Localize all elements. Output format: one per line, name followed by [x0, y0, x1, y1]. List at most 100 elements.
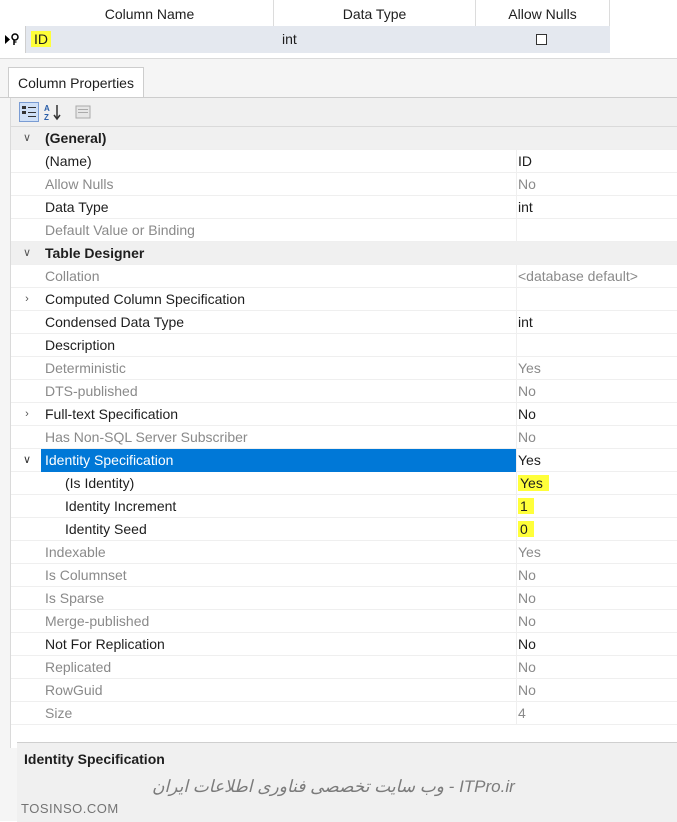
highlighted-value: Yes — [518, 475, 549, 491]
property-value[interactable]: No — [516, 610, 677, 633]
property-row[interactable]: Merge-published No — [11, 610, 677, 633]
property-row[interactable]: Has Non-SQL Server Subscriber No — [11, 426, 677, 449]
table-row[interactable]: ID int — [0, 26, 610, 53]
tab-column-properties[interactable]: Column Properties — [8, 67, 144, 98]
property-row[interactable]: Replicated No — [11, 656, 677, 679]
data-type-cell[interactable]: int — [282, 26, 297, 53]
property-name: Collation — [45, 268, 100, 284]
property-value[interactable]: 0 — [516, 518, 677, 541]
property-row[interactable]: RowGuid No — [11, 679, 677, 702]
property-value[interactable]: No — [516, 564, 677, 587]
property-value[interactable]: 4 — [516, 702, 677, 725]
property-category[interactable]: ∨ (General) — [11, 127, 677, 150]
property-row[interactable]: › Full-text Specification No — [11, 403, 677, 426]
chevron-right-icon[interactable]: › — [21, 288, 33, 311]
data-type-header[interactable]: Data Type — [274, 0, 476, 26]
property-value[interactable]: Yes — [516, 472, 677, 495]
property-pages-icon — [75, 105, 91, 119]
property-value[interactable] — [516, 219, 677, 242]
property-name: Description — [45, 337, 116, 353]
property-value[interactable]: No — [516, 380, 677, 403]
property-row[interactable]: › Computed Column Specification — [11, 288, 677, 311]
column-name-cell[interactable]: ID — [31, 26, 51, 53]
svg-text:A: A — [44, 104, 50, 113]
property-name: Merge-published — [45, 613, 150, 629]
property-value[interactable]: No — [516, 426, 677, 449]
property-value[interactable]: int — [516, 196, 677, 219]
property-row[interactable]: Identity Seed 0 — [11, 518, 677, 541]
property-name: Identity Increment — [65, 498, 177, 514]
property-name: Data Type — [45, 199, 109, 215]
property-value[interactable]: <database default> — [516, 265, 677, 288]
svg-text:Z: Z — [44, 113, 49, 122]
allow-nulls-header[interactable]: Allow Nulls — [476, 0, 610, 26]
property-name: (Name) — [45, 153, 92, 169]
property-value[interactable]: Yes — [516, 541, 677, 564]
property-value[interactable]: Yes — [516, 449, 677, 472]
property-row[interactable]: Allow Nulls No — [11, 173, 677, 196]
property-value[interactable]: No — [516, 173, 677, 196]
property-row[interactable]: Condensed Data Type int — [11, 311, 677, 334]
property-row[interactable]: Not For Replication No — [11, 633, 677, 656]
property-row[interactable]: (Name) ID — [11, 150, 677, 173]
property-name: Not For Replication — [45, 636, 165, 652]
site-logo: TOSINSO.COM — [21, 801, 119, 816]
property-name: Default Value or Binding — [45, 222, 195, 238]
property-row[interactable]: Description — [11, 334, 677, 357]
column-properties-panel: Column Properties A Z ∨ (General) (Name)… — [0, 58, 677, 822]
chevron-right-icon[interactable]: › — [21, 403, 33, 426]
property-row[interactable]: Size 4 — [11, 702, 677, 725]
property-value[interactable]: No — [516, 587, 677, 610]
chevron-down-icon[interactable]: ∨ — [21, 242, 33, 265]
property-value[interactable] — [516, 334, 677, 357]
property-name: Indexable — [45, 544, 106, 560]
property-row[interactable]: (Is Identity) Yes — [11, 472, 677, 495]
property-category[interactable]: ∨ Table Designer — [11, 242, 677, 265]
property-value[interactable]: No — [516, 403, 677, 426]
row-selector[interactable] — [0, 26, 26, 53]
property-value[interactable]: int — [516, 311, 677, 334]
chevron-down-icon[interactable]: ∨ — [21, 449, 33, 472]
allow-nulls-checkbox[interactable] — [536, 34, 547, 45]
description-title: Identity Specification — [24, 751, 165, 767]
property-pages-button[interactable] — [73, 102, 93, 122]
property-row[interactable]: Identity Increment 1 — [11, 495, 677, 518]
table-design-grid: Column Name Data Type Allow Nulls ID int — [0, 0, 610, 54]
property-value[interactable]: Yes — [516, 357, 677, 380]
property-value[interactable] — [516, 288, 677, 311]
property-row[interactable]: Is Columnset No — [11, 564, 677, 587]
property-name: Full-text Specification — [45, 406, 179, 422]
categorized-button[interactable] — [19, 102, 39, 122]
property-row[interactable]: Is Sparse No — [11, 587, 677, 610]
property-value[interactable]: No — [516, 679, 677, 702]
property-name: Computed Column Specification — [45, 291, 245, 307]
property-name: Table Designer — [45, 245, 145, 261]
property-row[interactable]: Default Value or Binding — [11, 219, 677, 242]
sort-az-icon: A Z — [44, 104, 61, 122]
highlighted-value: 1 — [518, 498, 534, 514]
property-rows: ∨ (General) (Name) ID Allow Nulls No Data Type… — [11, 127, 677, 725]
property-row[interactable]: Indexable Yes — [11, 541, 677, 564]
alphabetical-button[interactable]: A Z — [43, 102, 63, 122]
property-value[interactable]: No — [516, 633, 677, 656]
column-name-header[interactable]: Column Name — [26, 0, 274, 26]
property-row[interactable]: Data Type int — [11, 196, 677, 219]
property-row[interactable]: ∨ Identity Specification Yes — [11, 449, 677, 472]
property-value[interactable]: ID — [516, 150, 677, 173]
property-value[interactable]: 1 — [516, 495, 677, 518]
property-row[interactable]: Collation <database default> — [11, 265, 677, 288]
property-value[interactable]: No — [516, 656, 677, 679]
property-row[interactable]: Deterministic Yes — [11, 357, 677, 380]
property-row[interactable]: DTS-published No — [11, 380, 677, 403]
chevron-down-icon[interactable]: ∨ — [21, 127, 33, 150]
